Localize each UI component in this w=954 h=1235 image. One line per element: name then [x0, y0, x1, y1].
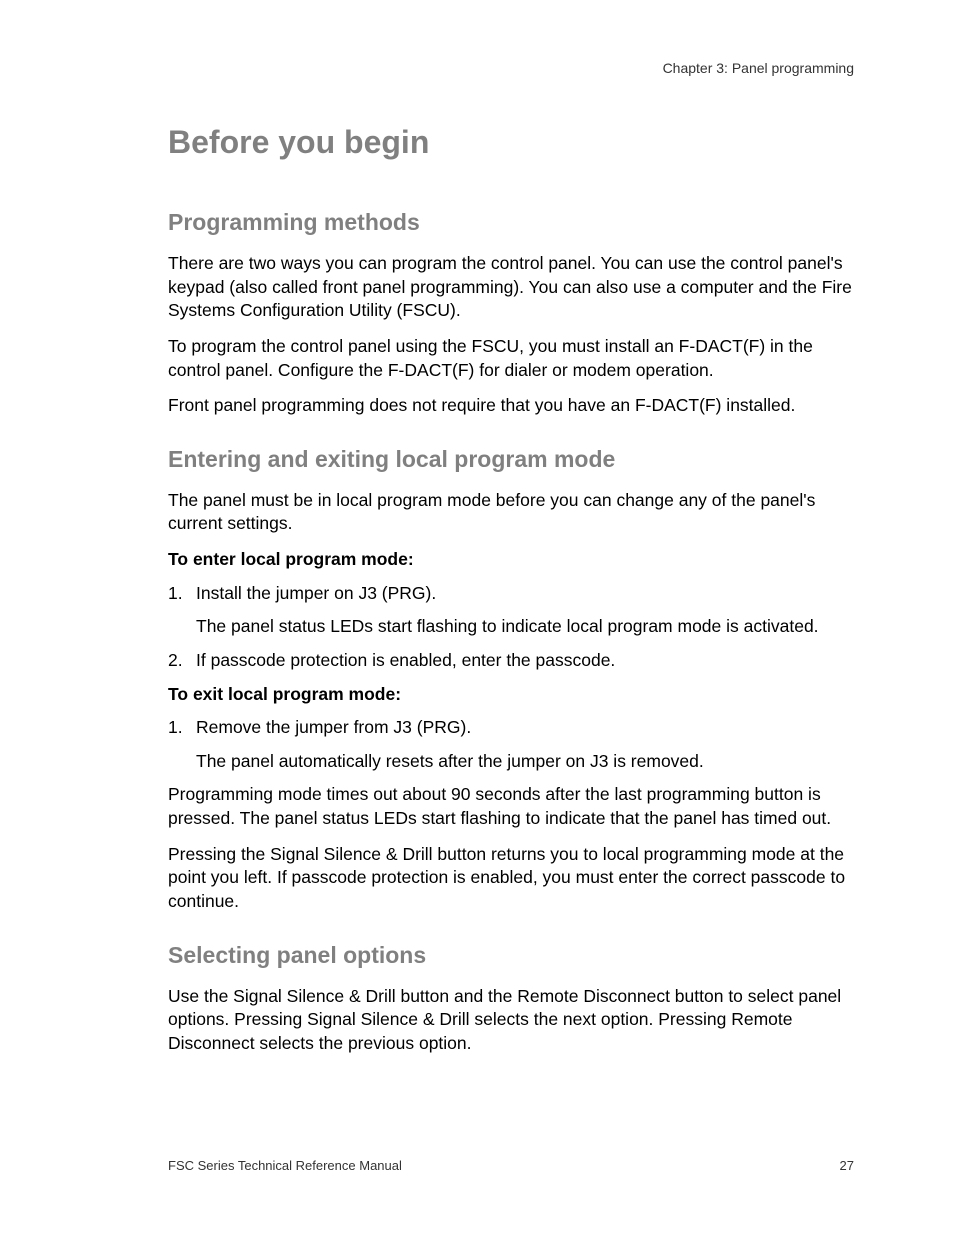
body-text: Programming mode times out about 90 seco… — [168, 783, 854, 830]
list-item: 2. If passcode protection is enabled, en… — [168, 649, 854, 673]
body-text: To program the control panel using the F… — [168, 335, 854, 382]
list-number: 1. — [168, 582, 196, 606]
footer-manual-title: FSC Series Technical Reference Manual — [168, 1158, 402, 1173]
list-sub-text: The panel automatically resets after the… — [196, 750, 854, 774]
chapter-header: Chapter 3: Panel programming — [168, 60, 854, 76]
footer-page-number: 27 — [840, 1158, 854, 1173]
body-text: The panel must be in local program mode … — [168, 489, 854, 536]
section-heading-programming-methods: Programming methods — [168, 209, 854, 236]
body-text: There are two ways you can program the c… — [168, 252, 854, 323]
list-number: 2. — [168, 649, 196, 673]
section-heading-entering-exiting: Entering and exiting local program mode — [168, 446, 854, 473]
list-item: 1. Remove the jumper from J3 (PRG). — [168, 716, 854, 740]
body-text: Front panel programming does not require… — [168, 394, 854, 418]
list-item: 1. Install the jumper on J3 (PRG). — [168, 582, 854, 606]
page-footer: FSC Series Technical Reference Manual 27 — [168, 1158, 854, 1173]
list-body: Remove the jumper from J3 (PRG). — [196, 716, 854, 740]
list-body: If passcode protection is enabled, enter… — [196, 649, 854, 673]
procedure-lead: To enter local program mode: — [168, 548, 854, 572]
page-title: Before you begin — [168, 124, 854, 161]
procedure-lead: To exit local program mode: — [168, 683, 854, 707]
section-heading-selecting-options: Selecting panel options — [168, 942, 854, 969]
list-sub-text: The panel status LEDs start flashing to … — [196, 615, 854, 639]
body-text: Use the Signal Silence & Drill button an… — [168, 985, 854, 1056]
page-content: Chapter 3: Panel programming Before you … — [0, 0, 954, 1055]
list-number: 1. — [168, 716, 196, 740]
body-text: Pressing the Signal Silence & Drill butt… — [168, 843, 854, 914]
list-body: Install the jumper on J3 (PRG). — [196, 582, 854, 606]
